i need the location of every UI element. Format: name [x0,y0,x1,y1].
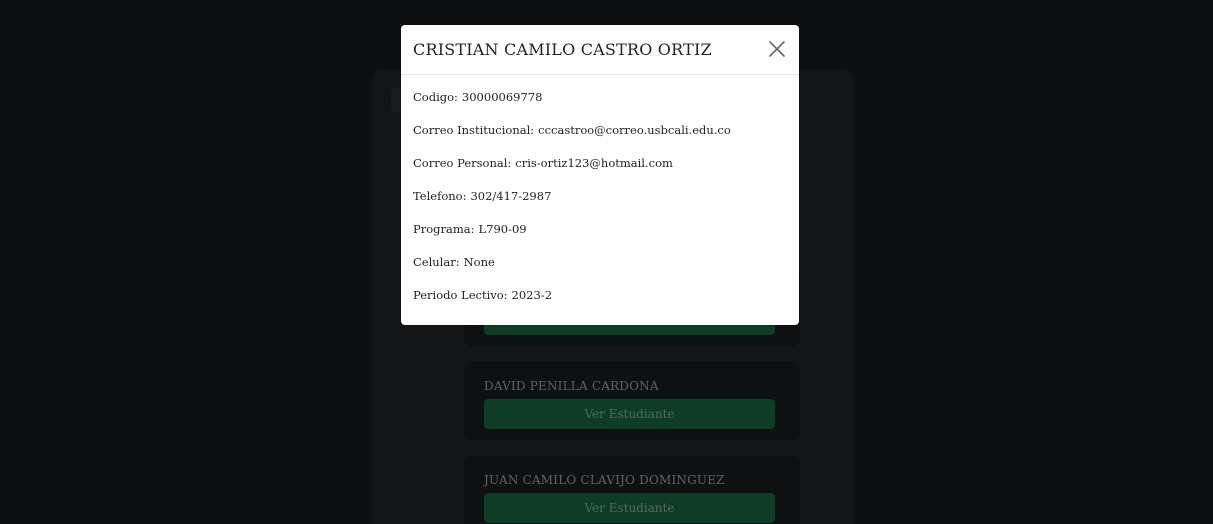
student-name: DAVID PENILLA CARDONA [484,379,659,393]
student-modal: CRISTIAN CAMILO CASTRO ORTIZ Codigo: 3000… [401,25,799,325]
field-value: L790-09 [478,222,527,236]
field-value: 2023-2 [511,288,553,302]
field-value: cris-ortiz123@hotmail.com [515,156,673,170]
modal-body: Codigo: 30000069778 Correo Institucional:… [401,75,799,315]
field-value: 302/417-2987 [470,189,552,203]
modal-title: CRISTIAN CAMILO CASTRO ORTIZ [413,40,712,59]
ver-estudiante-button[interactable]: Ver Estudiante [484,399,775,429]
field-label: Correo Institucional: [413,123,535,137]
modal-header: CRISTIAN CAMILO CASTRO ORTIZ [401,25,799,75]
field-codigo: Codigo: 30000069778 [413,89,787,105]
page: DAVID PENILLA CARDONA Ver Estudiante JUA… [0,0,1213,524]
field-correo-personal: Correo Personal: cris-ortiz123@hotmail.co… [413,155,787,171]
field-label: Correo Personal: [413,156,512,170]
field-value: cccastroo@correo.usbcali.edu.co [538,123,731,137]
field-telefono: Telefono: 302/417-2987 [413,188,787,204]
student-card: JUAN CAMILO CLAVIJO DOMINGUEZ Ver Estudi… [463,454,801,524]
ver-estudiante-button[interactable]: Ver Estudiante [484,493,775,523]
field-label: Celular: [413,255,460,269]
panel-chip [391,88,401,112]
student-card: DAVID PENILLA CARDONA Ver Estudiante [463,360,801,442]
field-programa: Programa: L790-09 [413,221,787,237]
field-periodo-lectivo: Periodo Lectivo: 2023-2 [413,287,787,303]
student-name: JUAN CAMILO CLAVIJO DOMINGUEZ [484,473,725,487]
field-label: Codigo: [413,90,458,104]
field-label: Programa: [413,222,475,236]
field-value: 30000069778 [461,90,543,104]
field-label: Telefono: [413,189,467,203]
field-celular: Celular: None [413,254,787,270]
field-correo-institucional: Correo Institucional: cccastroo@correo.us… [413,122,787,138]
field-value: None [463,255,495,269]
close-icon[interactable] [765,37,789,61]
field-label: Periodo Lectivo: [413,288,508,302]
